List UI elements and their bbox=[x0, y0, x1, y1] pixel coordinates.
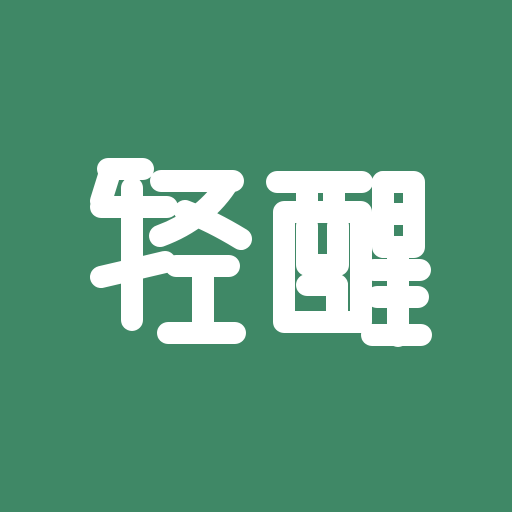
app-icon bbox=[0, 0, 512, 512]
character-qing bbox=[90, 158, 252, 344]
app-logo-wordmark bbox=[90, 158, 432, 347]
character-xing bbox=[266, 171, 432, 347]
